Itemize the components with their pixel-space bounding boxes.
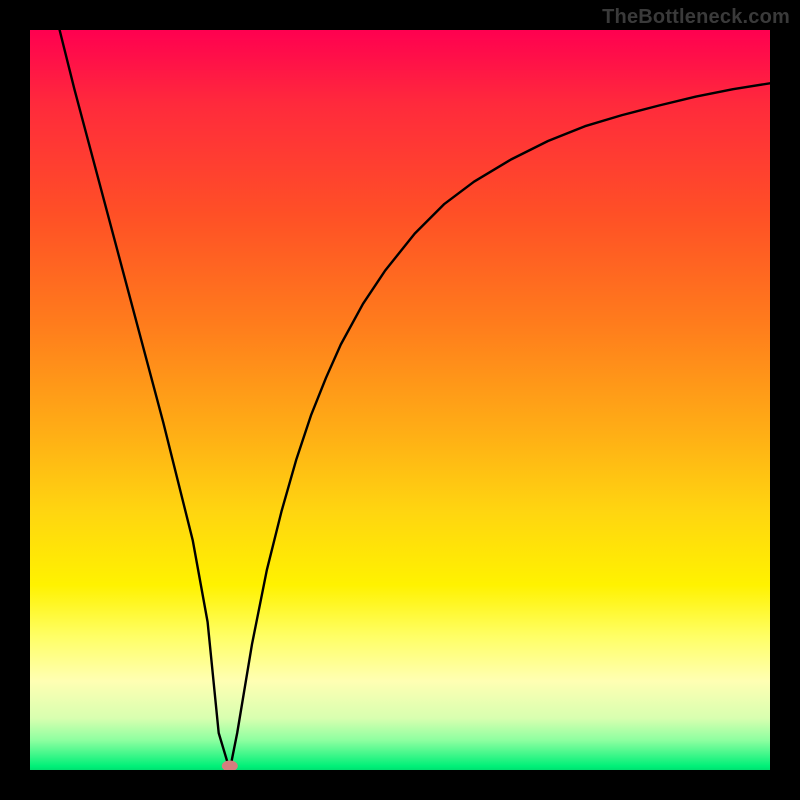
watermark-text: TheBottleneck.com bbox=[602, 6, 790, 29]
chart-svg bbox=[30, 30, 770, 770]
optimal-point-marker bbox=[222, 761, 238, 771]
chart-plot-area bbox=[30, 30, 770, 770]
mismatch-curve-line bbox=[60, 30, 770, 770]
